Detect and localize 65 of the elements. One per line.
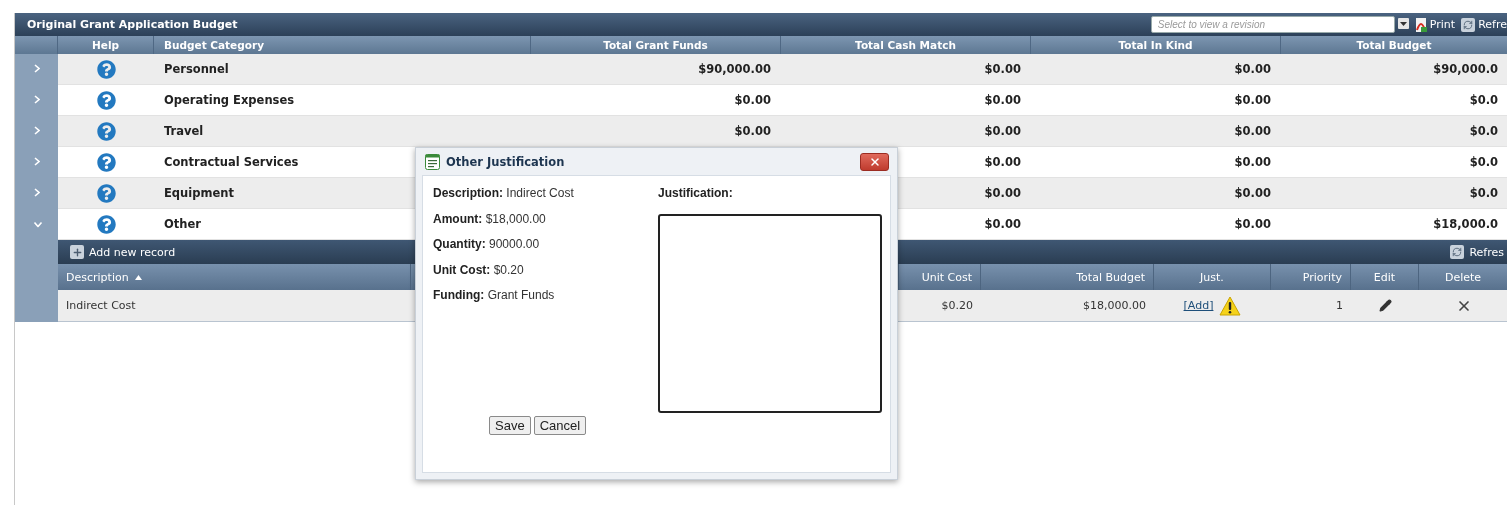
save-button[interactable]: Save: [489, 416, 531, 435]
refresh-button[interactable]: Refre: [1461, 17, 1507, 32]
chevron-right-icon[interactable]: [33, 187, 40, 200]
amount-cell: $0.0: [1281, 178, 1507, 209]
dropdown-caret-icon[interactable]: [1397, 18, 1409, 29]
document-icon: [425, 153, 440, 170]
priority-cell: 1: [1271, 290, 1351, 322]
pdf-icon: [1414, 17, 1427, 32]
chevron-right-icon[interactable]: [33, 63, 40, 76]
amount-cell: $0.00: [1031, 116, 1281, 147]
unit-cost-cell: $0.20: [899, 290, 981, 322]
chevron-right-icon[interactable]: [33, 94, 40, 107]
field-text: Quantity: 90000.00: [433, 237, 541, 253]
cancel-button[interactable]: Cancel: [533, 416, 587, 435]
help-icon[interactable]: [96, 90, 116, 110]
revision-select[interactable]: Select to view a revision: [1150, 16, 1395, 33]
amount-cell: $0.00: [781, 54, 1031, 85]
refresh-button[interactable]: Refres: [1450, 245, 1504, 259]
help-icon[interactable]: [96, 183, 116, 203]
category-cell: Personnel: [154, 54, 531, 85]
amount-cell: $90,000.0: [1281, 54, 1507, 85]
print-button[interactable]: Print: [1414, 17, 1456, 32]
column-header[interactable]: Just.: [1154, 264, 1271, 290]
column-header[interactable]: Priority: [1271, 264, 1351, 290]
help-icon[interactable]: [96, 214, 116, 234]
column-header: Total Grant Funds: [531, 36, 781, 54]
help-icon[interactable]: [96, 121, 116, 141]
column-header[interactable]: Total Budget: [981, 264, 1154, 290]
column-header: Help: [58, 36, 154, 54]
category-cell: Travel: [154, 116, 531, 147]
grid-title: Original Grant Application Budget: [27, 18, 239, 31]
field-text: Unit Cost: $0.20: [433, 262, 525, 279]
justification-label: Justification:: [658, 186, 734, 200]
total-budget-cell: $18,000.00: [981, 290, 1154, 322]
description-cell: Indirect Cost: [58, 290, 411, 322]
add-record-button[interactable]: Add new record: [70, 245, 176, 259]
help-icon[interactable]: [96, 152, 116, 172]
amount-cell: $0.00: [1031, 54, 1281, 85]
refresh-icon: [1461, 17, 1476, 32]
column-header[interactable]: Description: [58, 264, 411, 290]
amount-cell: $0.0: [1281, 116, 1507, 147]
justification-field[interactable]: [658, 214, 882, 413]
column-header: Total Cash Match: [781, 36, 1031, 54]
field-text: Funding: Grant Funds: [433, 288, 556, 304]
warning-icon: [1219, 295, 1242, 316]
amount-cell: $0.00: [781, 116, 1031, 147]
refresh-icon: [1450, 245, 1465, 259]
close-icon: [868, 155, 881, 168]
column-header: Total Budget: [1281, 36, 1507, 54]
help-icon[interactable]: [96, 59, 116, 79]
chevron-right-icon[interactable]: [33, 125, 40, 138]
column-header[interactable]: Edit: [1351, 264, 1419, 290]
header-corner: [15, 36, 58, 54]
amount-cell: $90,000.00: [531, 54, 781, 85]
column-header: Budget Category: [154, 36, 531, 54]
column-header[interactable]: Unit Cost: [899, 264, 981, 290]
amount-cell: $0.00: [1031, 178, 1281, 209]
amount-cell: $0.00: [531, 116, 781, 147]
close-button[interactable]: [860, 152, 889, 171]
column-header: Total In Kind: [1031, 36, 1281, 54]
column-header[interactable]: Delete: [1419, 264, 1507, 290]
add-justification-link[interactable]: [Add]: [1183, 299, 1214, 312]
chevron-right-icon[interactable]: [33, 156, 40, 169]
edit-icon[interactable]: [1378, 299, 1392, 312]
plus-icon: [70, 245, 84, 259]
